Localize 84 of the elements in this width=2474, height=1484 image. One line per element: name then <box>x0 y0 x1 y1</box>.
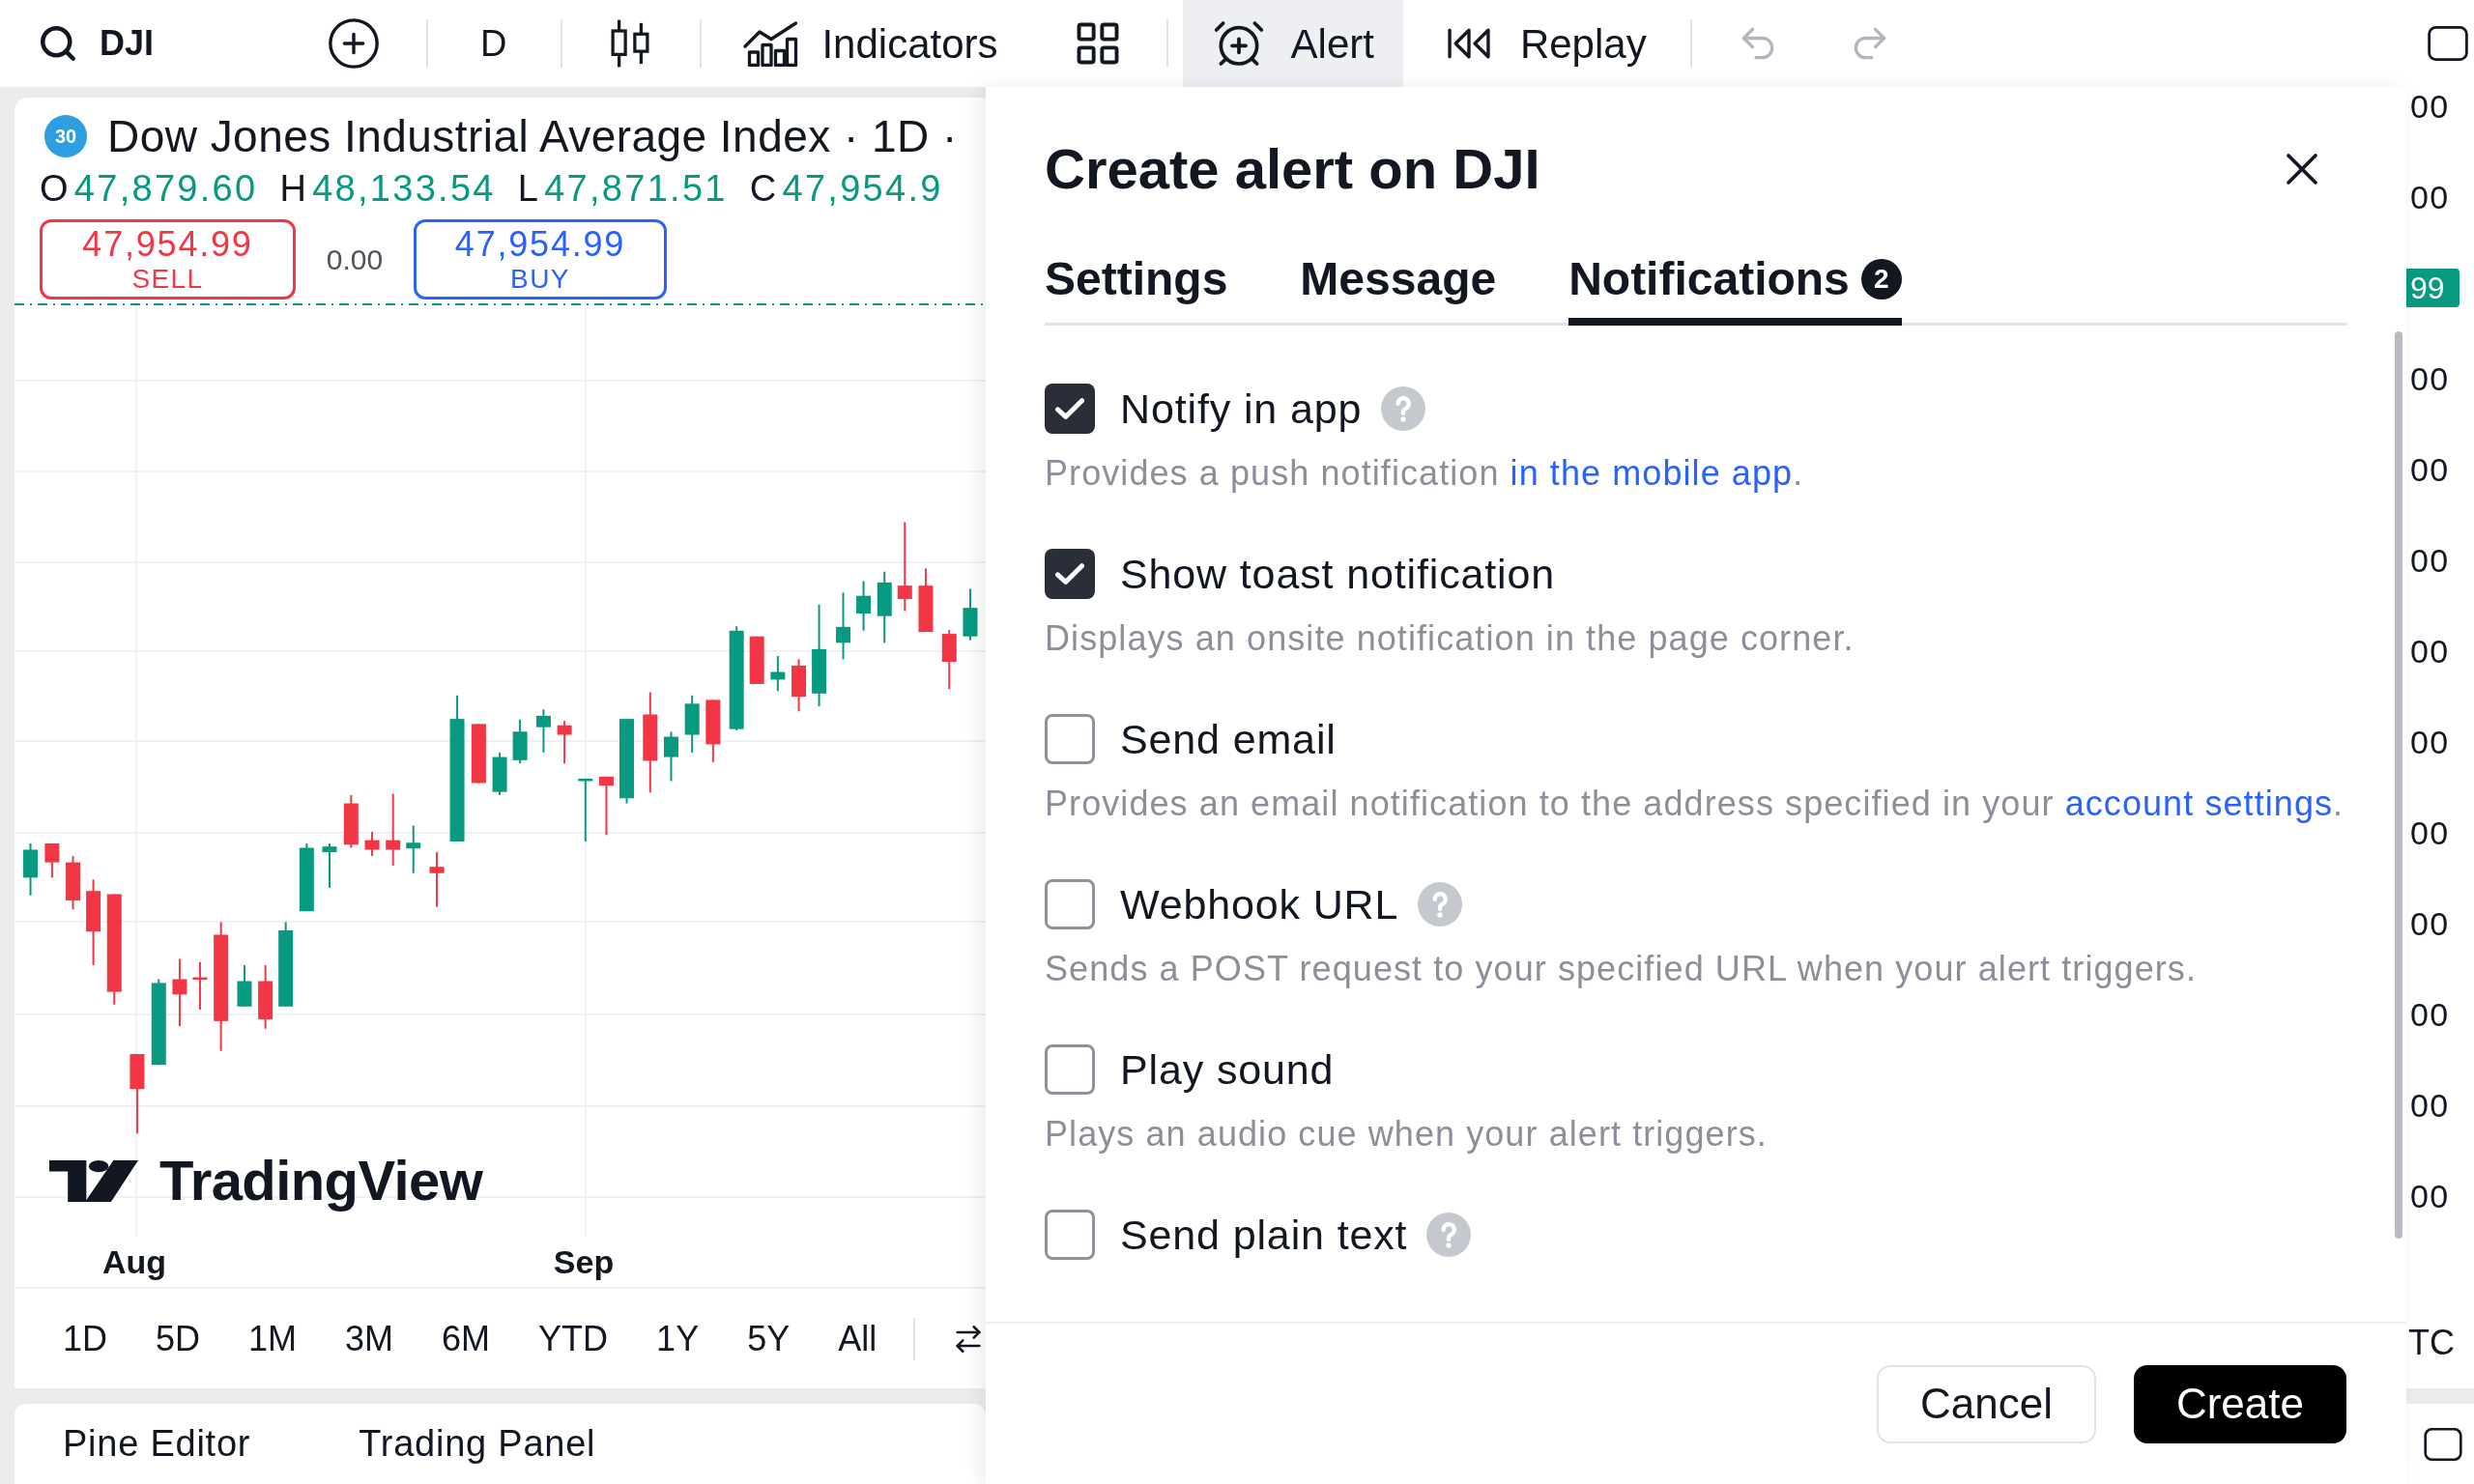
panel-toggle-button[interactable] <box>2424 1427 2462 1461</box>
ohlc-value: 48,133.54 <box>312 166 496 211</box>
price-axis-label: 00 <box>2409 178 2450 216</box>
time-axis-label: Sep <box>552 1241 616 1282</box>
period-button[interactable]: 5D <box>144 1309 213 1368</box>
period-button[interactable]: 1M <box>237 1309 309 1368</box>
option-label: Notify in app <box>1120 384 1363 434</box>
price-axis-label: 00 <box>2409 450 2450 489</box>
price-axis-label: 00 <box>2409 723 2450 761</box>
price-axis-label: 00 <box>2409 87 2450 126</box>
period-button[interactable]: 1D <box>51 1309 120 1368</box>
dialog-tab[interactable]: Settings <box>1045 252 1228 326</box>
price-axis-label: 00 <box>2409 541 2450 580</box>
timezone-label[interactable]: TC <box>2406 1314 2455 1372</box>
checkbox[interactable] <box>1045 549 1095 599</box>
option-label: Webhook URL <box>1120 879 1399 929</box>
panel-tab[interactable]: Pine Editor <box>63 1416 251 1471</box>
help-icon[interactable] <box>1381 386 1426 431</box>
current-price-label: 99 <box>2406 269 2460 307</box>
option-label: Send email <box>1120 714 1337 764</box>
plus-circle-icon <box>326 15 382 71</box>
link[interactable]: account settings <box>2064 784 2334 823</box>
period-button[interactable]: 5Y <box>735 1309 802 1368</box>
checkmark-icon <box>1055 398 1084 419</box>
option-description: Provides an email notification to the address specified in your account settings. <box>1045 783 2345 825</box>
price-axis-label: 00 <box>2409 359 2450 398</box>
price-axis-label: 00 <box>2409 813 2450 852</box>
option-label: Send plain text <box>1120 1210 1408 1260</box>
checkbox[interactable] <box>1045 879 1095 929</box>
option-label: Play sound <box>1120 1044 1335 1095</box>
price-axis-label: 00 <box>2409 1177 2450 1215</box>
symbol-title[interactable]: Dow Jones Industrial Average Index · 1D · <box>107 111 958 161</box>
period-button[interactable]: 6M <box>430 1309 503 1368</box>
link[interactable]: in the mobile app <box>1510 453 1794 493</box>
checkbox[interactable] <box>1045 1044 1095 1095</box>
ohlc-label: O <box>40 166 71 211</box>
period-button[interactable]: YTD <box>527 1309 620 1368</box>
ohlc-label: L <box>517 166 541 211</box>
count-badge: 2 <box>1860 259 1902 300</box>
dialog-tab[interactable]: Notifications 2 <box>1568 252 1902 326</box>
time-axis-label: Aug <box>101 1241 168 1282</box>
ohlc-label: H <box>279 166 309 211</box>
checkmark-icon <box>1055 563 1084 585</box>
sell-button[interactable]: 47,954.99 SELL <box>40 219 296 300</box>
exchange-badge: 30 <box>44 115 87 157</box>
spread-value: 0.00 <box>325 243 385 277</box>
interval-button[interactable]: D <box>461 10 527 77</box>
rectangle-icon <box>2428 26 2468 61</box>
add-symbol-button[interactable] <box>326 15 382 71</box>
checkbox[interactable] <box>1045 714 1095 764</box>
indicators-button[interactable]: Indicators <box>733 10 1008 77</box>
price-axis-label: 00 <box>2409 632 2450 671</box>
cancel-button[interactable]: Cancel <box>1876 1364 2096 1443</box>
ohlc-value: 47,871.51 <box>544 166 728 211</box>
option-description: Displays an onsite notification in the page corner. <box>1045 617 1856 660</box>
replay-button[interactable]: Replay <box>1436 10 1656 77</box>
price-axis-label: 00 <box>2409 995 2450 1034</box>
option-label: Show toast notification <box>1120 549 1556 599</box>
panel-tab[interactable]: Trading Panel <box>359 1416 596 1471</box>
option-description: Provides a push notification in the mobile app. <box>1045 452 1805 495</box>
ohlc-value: 47,954.9 <box>782 166 943 211</box>
price-axis-label: 00 <box>2409 904 2450 943</box>
checkbox[interactable] <box>1045 1210 1095 1260</box>
ohlc-label: C <box>749 166 779 211</box>
period-button[interactable]: 1Y <box>645 1309 711 1368</box>
period-button[interactable]: 3M <box>333 1309 406 1368</box>
symbol-search-button[interactable]: DJI <box>0 0 290 87</box>
scrollbar[interactable] <box>2395 331 2402 1239</box>
buy-button[interactable]: 47,954.99 BUY <box>414 219 667 300</box>
rectangle-icon <box>2424 1427 2462 1461</box>
dialog-tab[interactable]: Message <box>1300 252 1497 326</box>
ohlc-value: 47,879.60 <box>73 166 258 211</box>
dialog-title: Create alert on DJI <box>1045 138 1540 200</box>
price-axis-label: 00 <box>2409 1086 2450 1125</box>
create-button[interactable]: Create <box>2133 1364 2346 1443</box>
checkbox[interactable] <box>1045 384 1095 434</box>
option-description: Sends a POST request to your specified URL when your alert triggers. <box>1045 948 2198 990</box>
search-icon <box>38 23 78 64</box>
help-icon[interactable] <box>1426 1213 1472 1257</box>
period-button[interactable]: All <box>826 1309 889 1368</box>
help-icon[interactable] <box>1418 882 1463 927</box>
option-description: Plays an audio cue when your alert triggers. <box>1045 1113 1769 1156</box>
alert-button[interactable]: Alert <box>1182 0 1403 87</box>
toolbar-button[interactable] <box>2428 26 2468 61</box>
